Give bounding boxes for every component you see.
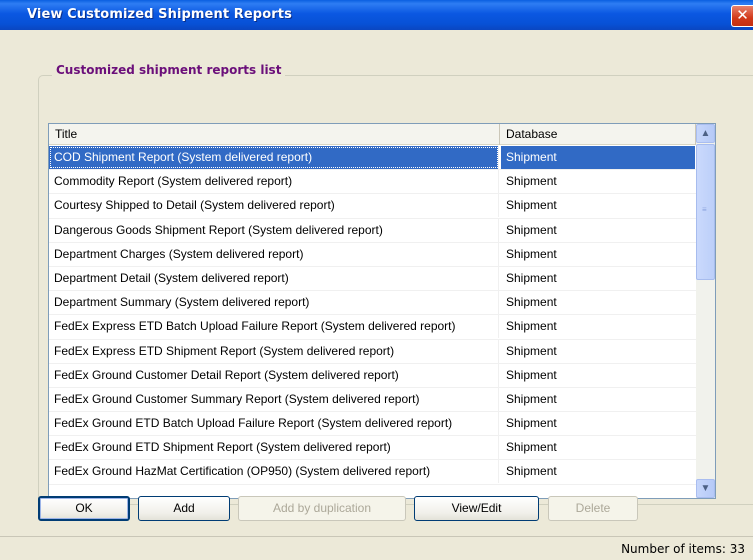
report-title-cell: Commodity Report (System delivered repor… <box>49 170 499 194</box>
report-title-cell: Department Summary (System delivered rep… <box>49 291 499 315</box>
item-count-value: 33 <box>729 542 745 556</box>
table-row[interactable]: FedEx Express ETD Batch Upload Failure R… <box>49 315 696 340</box>
close-icon: ✕ <box>736 6 749 24</box>
table-row[interactable]: COD Shipment Report (System delivered re… <box>49 146 696 171</box>
report-title-cell: Dangerous Goods Shipment Report (System … <box>49 218 499 242</box>
table-row[interactable]: FedEx Ground ETD Shipment Report (System… <box>49 436 696 461</box>
report-database-cell: Shipment <box>506 198 557 213</box>
report-title-cell: FedEx Ground HazMat Certification (OP950… <box>49 460 499 484</box>
delete-button[interactable]: Delete <box>548 496 638 521</box>
report-database-cell: Shipment <box>506 367 557 382</box>
report-title-cell: Department Charges (System delivered rep… <box>49 242 499 266</box>
dialog-body: Customized shipment reports list Title D… <box>0 30 753 536</box>
scroll-up-button[interactable]: ▲ <box>696 124 715 143</box>
table-row[interactable]: FedEx Ground Customer Summary Report (Sy… <box>49 387 696 413</box>
chevron-up-icon: ▲ <box>700 128 711 139</box>
report-title-cell: FedEx Ground ETD Shipment Report (System… <box>49 436 499 460</box>
grip-icon: ≡ <box>702 205 707 214</box>
item-count: Number of items: 33 <box>621 542 745 556</box>
table-row[interactable]: Department Summary (System delivered rep… <box>49 291 696 316</box>
view-edit-button[interactable]: View/Edit <box>414 496 539 521</box>
report-database-cell: Shipment <box>506 270 557 285</box>
report-database-cell: Shipment <box>506 319 557 334</box>
report-database-cell: Shipment <box>506 440 557 455</box>
ok-button[interactable]: OK <box>38 496 130 521</box>
status-bar: Number of items: 33 <box>0 536 753 560</box>
column-header-database[interactable]: Database <box>500 124 696 145</box>
report-database-cell: Shipment <box>506 416 557 431</box>
report-title-cell: FedEx Ground Customer Detail Report (Sys… <box>49 363 499 387</box>
list-header: Title Database <box>49 124 696 145</box>
report-database-cell: Shipment <box>506 343 557 358</box>
column-header-title[interactable]: Title <box>49 124 500 145</box>
table-row[interactable]: FedEx Ground Customer Detail Report (Sys… <box>49 363 696 388</box>
report-database-cell: Shipment <box>506 222 557 237</box>
table-row[interactable]: Courtesy Shipped to Detail (System deliv… <box>49 194 696 219</box>
report-title-cell: COD Shipment Report (System delivered re… <box>49 146 499 169</box>
report-title-cell: FedEx Ground ETD Batch Upload Failure Re… <box>49 412 499 436</box>
report-title-cell: FedEx Express ETD Shipment Report (Syste… <box>49 339 499 363</box>
scroll-down-button[interactable]: ▼ <box>696 479 715 498</box>
report-title-cell: Department Detail (System delivered repo… <box>49 266 499 290</box>
report-database-cell: Shipment <box>506 391 557 406</box>
report-database-cell: Shipment <box>501 146 695 169</box>
reports-list[interactable]: Title Database COD Shipment Report (Syst… <box>48 123 716 499</box>
report-database-cell: Shipment <box>506 464 557 479</box>
table-row[interactable]: Department Detail (System delivered repo… <box>49 266 696 292</box>
report-database-cell: Shipment <box>506 246 557 261</box>
table-row[interactable]: Department Charges (System delivered rep… <box>49 242 696 267</box>
scroll-thumb[interactable]: ≡ <box>696 144 715 280</box>
item-count-label: Number of items: <box>621 542 726 556</box>
chevron-down-icon: ▼ <box>700 483 711 494</box>
table-row[interactable]: FedEx Ground ETD Batch Upload Failure Re… <box>49 412 696 437</box>
title-bar[interactable]: View Customized Shipment Reports ✕ <box>0 0 753 30</box>
window-title: View Customized Shipment Reports <box>27 7 292 22</box>
report-database-cell: Shipment <box>506 174 557 189</box>
add-by-duplication-button[interactable]: Add by duplication <box>238 496 406 521</box>
vertical-scrollbar[interactable]: ▲ ≡ ▼ <box>696 124 715 498</box>
list-rows: COD Shipment Report (System delivered re… <box>49 146 696 485</box>
report-title-cell: FedEx Ground Customer Summary Report (Sy… <box>49 387 499 411</box>
report-database-cell: Shipment <box>506 295 557 310</box>
table-row[interactable]: FedEx Express ETD Shipment Report (Syste… <box>49 339 696 364</box>
groupbox-label: Customized shipment reports list <box>52 63 286 77</box>
table-row[interactable]: Dangerous Goods Shipment Report (System … <box>49 218 696 243</box>
table-row[interactable]: FedEx Ground HazMat Certification (OP950… <box>49 460 696 485</box>
close-button[interactable]: ✕ <box>731 5 753 27</box>
report-title-cell: Courtesy Shipped to Detail (System deliv… <box>49 194 499 218</box>
add-button[interactable]: Add <box>138 496 230 521</box>
table-row[interactable]: Commodity Report (System delivered repor… <box>49 170 696 195</box>
report-title-cell: FedEx Express ETD Batch Upload Failure R… <box>49 315 499 339</box>
